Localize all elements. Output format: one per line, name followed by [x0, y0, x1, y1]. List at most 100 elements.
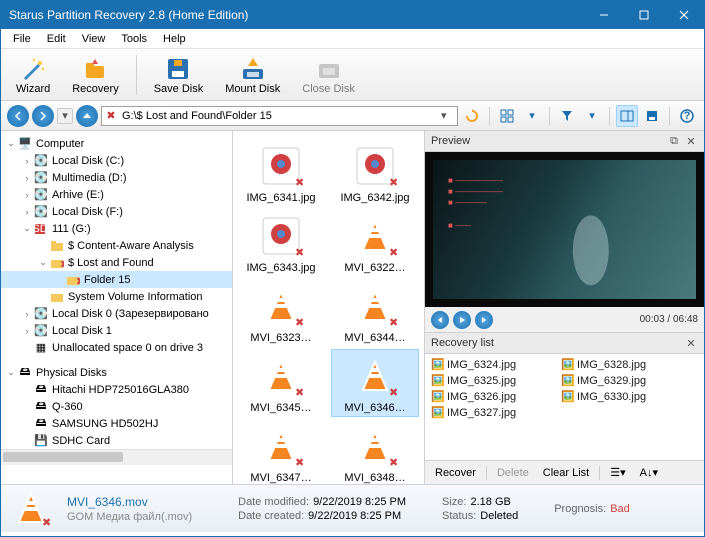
svg-text:✖: ✖ — [295, 317, 303, 328]
filter-dropdown[interactable]: ▾ — [581, 105, 603, 127]
file-item[interactable]: ✖IMG_6341.jpg — [237, 139, 325, 207]
refresh-button[interactable] — [461, 105, 483, 127]
view-dropdown[interactable]: ▾ — [521, 105, 543, 127]
filter-button[interactable] — [556, 105, 578, 127]
recovery-label: Recovery — [72, 83, 118, 95]
file-item[interactable]: ✖MVI_6322… — [331, 209, 419, 277]
file-item[interactable]: ✖MVI_6345… — [237, 349, 325, 417]
next-button[interactable] — [475, 311, 493, 329]
tree-local-0[interactable]: ›💽Local Disk 0 (Зарезервировано — [1, 305, 232, 322]
nav-back-button[interactable] — [7, 105, 29, 127]
tree-samsung[interactable]: 🖴SAMSUNG HD502HJ — [1, 415, 232, 432]
save-disk-label: Save Disk — [154, 83, 204, 95]
address-input[interactable] — [122, 110, 437, 122]
save-disk-button[interactable]: Save Disk — [145, 52, 213, 98]
tree-multimedia[interactable]: ›💽Multimedia (D:) — [1, 169, 232, 186]
tree-sysvol[interactable]: System Volume Information — [1, 288, 232, 305]
preview-popout-icon[interactable]: ⧉ — [667, 134, 681, 148]
close-button[interactable] — [664, 1, 704, 29]
tree-drive-g[interactable]: ⌄SD111 (G:) — [1, 220, 232, 237]
preview-toggle-button[interactable] — [616, 105, 638, 127]
folder-tree[interactable]: ⌄🖥️Computer ›💽Local Disk (C:) ›💽Multimed… — [1, 131, 233, 484]
tree-folder15[interactable]: ✖Folder 15 — [1, 271, 232, 288]
video-icon: ✖ — [351, 352, 399, 400]
tree-sdhc[interactable]: 💾SDHC Card — [1, 432, 232, 449]
close-disk-icon — [315, 55, 343, 83]
recovery-item[interactable]: 🖼️IMG_6326.jpg — [431, 390, 551, 404]
recovery-button[interactable]: Recovery — [63, 52, 127, 98]
tree-q360[interactable]: 🖴Q-360 — [1, 398, 232, 415]
minimize-button[interactable] — [584, 1, 624, 29]
hdd-icon: 🖴 — [33, 400, 49, 414]
menu-tools[interactable]: Tools — [113, 31, 155, 47]
file-item[interactable]: ✖MVI_6347… — [237, 419, 325, 484]
tree-hitachi[interactable]: 🖴Hitachi HDP725016GLA380 — [1, 381, 232, 398]
preview-area[interactable]: ■ ——————■ ——————■ ————■ —— — [425, 152, 704, 307]
view-thumbnails-button[interactable] — [496, 105, 518, 127]
file-item[interactable]: ✖MVI_6348… — [331, 419, 419, 484]
file-item[interactable]: ✖MVI_6323… — [237, 279, 325, 347]
address-dropdown[interactable]: ▾ — [441, 109, 455, 122]
file-list[interactable]: ✖IMG_6341.jpg ✖IMG_6342.jpg ✖IMG_6343.jp… — [233, 131, 424, 484]
menu-file[interactable]: File — [5, 31, 39, 47]
status-status-val: Deleted — [480, 510, 518, 522]
wizard-button[interactable]: Wizard — [7, 52, 59, 98]
file-item[interactable]: ✖IMG_6343.jpg — [237, 209, 325, 277]
titlebar: Starus Partition Recovery 2.8 (Home Edit… — [1, 1, 704, 29]
recovery-list-close-icon[interactable]: ✕ — [684, 336, 698, 350]
recovery-item[interactable]: 🖼️IMG_6324.jpg — [431, 358, 551, 372]
save-button[interactable] — [641, 105, 663, 127]
recover-button[interactable]: Recover — [431, 466, 480, 480]
recovery-list[interactable]: 🖼️IMG_6324.jpg 🖼️IMG_6328.jpg 🖼️IMG_6325… — [425, 354, 704, 460]
tree-scrollbar[interactable] — [1, 449, 232, 465]
recovery-item[interactable]: 🖼️IMG_6330.jpg — [561, 390, 681, 404]
menu-view[interactable]: View — [74, 31, 114, 47]
file-item[interactable]: ✖MVI_6344… — [331, 279, 419, 347]
tree-computer[interactable]: ⌄🖥️Computer — [1, 135, 232, 152]
tree-local-f[interactable]: ›💽Local Disk (F:) — [1, 203, 232, 220]
clear-list-button[interactable]: Clear List — [539, 466, 593, 480]
jpg-small-icon: 🖼️ — [431, 390, 445, 404]
drive-icon: 💽 — [33, 307, 49, 321]
menu-edit[interactable]: Edit — [39, 31, 74, 47]
recovery-item[interactable]: 🖼️IMG_6328.jpg — [561, 358, 681, 372]
maximize-button[interactable] — [624, 1, 664, 29]
preview-close-icon[interactable]: ✕ — [684, 134, 698, 148]
help-button[interactable]: ? — [676, 105, 698, 127]
jpg-icon: ✖ — [257, 142, 305, 190]
menubar: File Edit View Tools Help — [1, 29, 704, 49]
play-button[interactable] — [453, 311, 471, 329]
prev-button[interactable] — [431, 311, 449, 329]
unalloc-icon: ▦ — [33, 341, 49, 355]
svg-text:✖: ✖ — [295, 387, 303, 398]
nav-separator — [549, 107, 550, 125]
tree-local-c[interactable]: ›💽Local Disk (C:) — [1, 152, 232, 169]
recovery-item[interactable]: 🖼️IMG_6325.jpg — [431, 374, 551, 388]
nav-forward-button[interactable] — [32, 105, 54, 127]
tree-local-1[interactable]: ›💽Local Disk 1 — [1, 322, 232, 339]
tree-physical[interactable]: ⌄🖴Physical Disks — [1, 364, 232, 381]
list-view-button[interactable]: ☰▾ — [606, 465, 629, 480]
nav-history-dropdown[interactable]: ▾ — [57, 108, 73, 124]
tree-unalloc[interactable]: ▦Unallocated space 0 on drive 3 — [1, 339, 232, 356]
tree-arhive[interactable]: ›💽Arhive (E:) — [1, 186, 232, 203]
status-size-key: Size: — [442, 496, 466, 508]
status-filetype: GOM Медиа файл(.mov) — [67, 511, 192, 523]
recovery-toolbar: Recover Delete Clear List ☰▾ A↓▾ — [425, 460, 704, 484]
address-folder-icon: ✖ — [104, 109, 118, 123]
mount-disk-button[interactable]: Mount Disk — [216, 52, 289, 98]
nav-up-button[interactable] — [76, 105, 98, 127]
status-prognosis-val: Bad — [610, 503, 630, 515]
video-icon: ✖ — [257, 352, 305, 400]
menu-help[interactable]: Help — [155, 31, 194, 47]
folder-del-icon: ✖ — [65, 273, 81, 287]
recovery-item[interactable]: 🖼️IMG_6329.jpg — [561, 374, 681, 388]
tree-lost-found[interactable]: ⌄✖$ Lost and Found — [1, 254, 232, 271]
sort-button[interactable]: A↓▾ — [636, 465, 662, 480]
address-bar[interactable]: ✖ ▾ — [101, 106, 458, 126]
recovery-item[interactable]: 🖼️IMG_6327.jpg — [431, 406, 551, 420]
file-item[interactable]: ✖IMG_6342.jpg — [331, 139, 419, 207]
tree-content-aware[interactable]: $ Content-Aware Analysis — [1, 237, 232, 254]
nav-separator — [669, 107, 670, 125]
file-item[interactable]: ✖MVI_6346… — [331, 349, 419, 417]
